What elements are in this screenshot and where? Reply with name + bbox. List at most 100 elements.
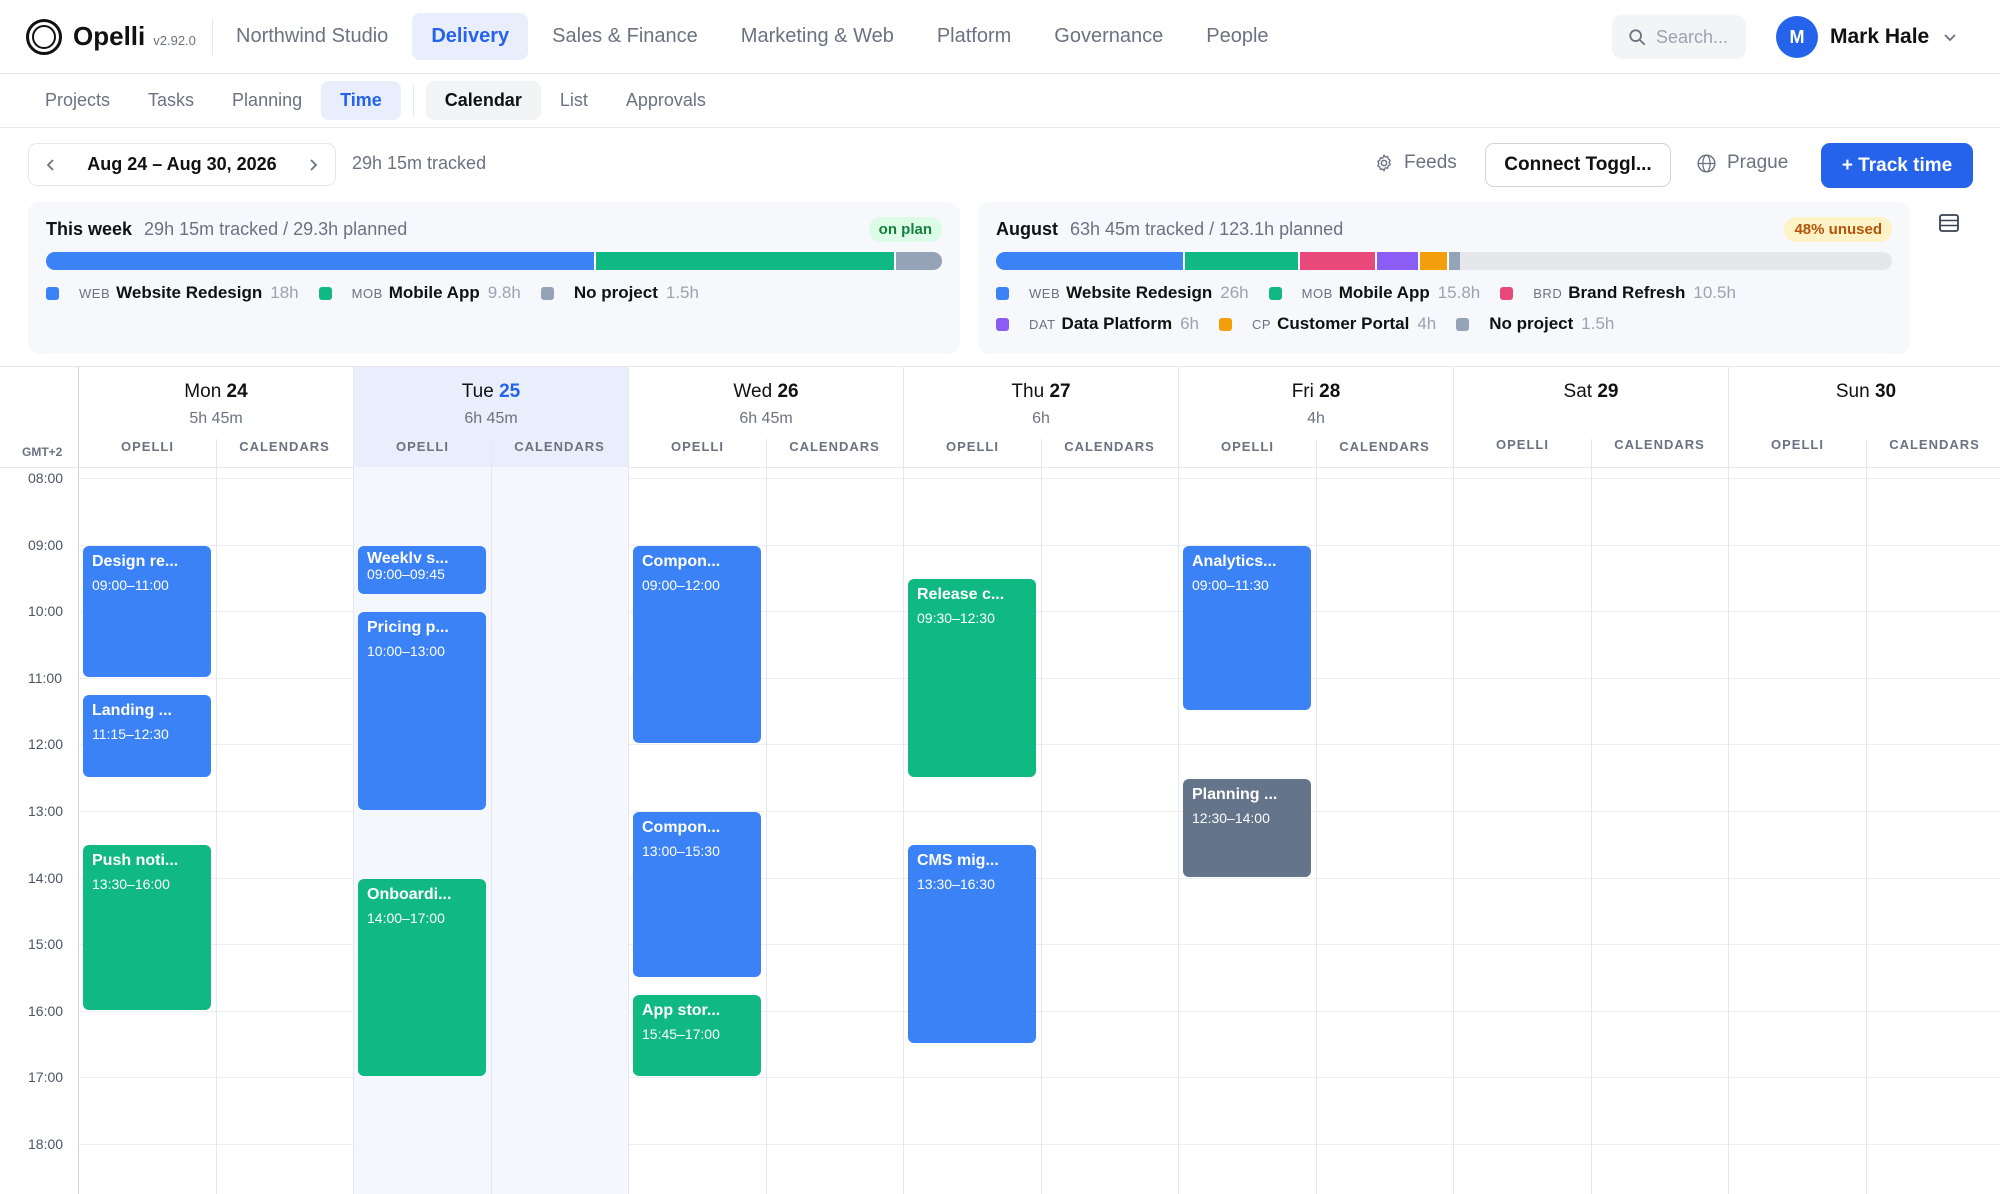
bar-segment (596, 252, 897, 270)
legend-item[interactable]: DAT Data Platform 6h (996, 312, 1199, 336)
legend-item[interactable]: BRD Brand Refresh 10.5h (1500, 281, 1736, 305)
chevron-right-icon[interactable] (307, 158, 319, 172)
day-of-week: Wed (733, 381, 773, 402)
search-box[interactable]: Search... (1612, 15, 1746, 59)
time-entry[interactable]: CMS mig... 13:30–16:30 (908, 845, 1036, 1044)
time-entry[interactable]: Landing ... 11:15–12:30 (83, 695, 211, 777)
lane-divider (1591, 439, 1592, 1194)
lane-label: CALENDARS (789, 439, 880, 454)
nav-platform[interactable]: Platform (918, 13, 1030, 60)
day-name: Sat 29 (1454, 381, 1728, 403)
nav-marketing-web[interactable]: Marketing & Web (722, 13, 913, 60)
day-column-sat[interactable]: Sat 29 OPELLI CALENDARS (1454, 367, 1729, 1194)
bar-segment (896, 252, 942, 270)
project-hours: 1.5h (1581, 314, 1615, 333)
timezone-button[interactable]: Prague (1696, 152, 1788, 174)
day-column-tue[interactable]: Tue 25 6h 45m OPELLI CALENDARS Weekly s... 09… (354, 367, 629, 1194)
time-entry[interactable]: Pricing p... 10:00–13:00 (358, 612, 486, 810)
divider (212, 18, 213, 55)
project-code: WEB (1029, 285, 1061, 301)
timezone-label: Prague (1727, 152, 1789, 173)
top-nav: Northwind Studio Delivery Sales & Financ… (217, 13, 1293, 60)
tab-projects[interactable]: Projects (26, 81, 129, 120)
project-code: BRD (1533, 285, 1563, 301)
nav-governance[interactable]: Governance (1035, 13, 1182, 60)
time-entry[interactable]: Release c... 09:30–12:30 (908, 578, 1036, 777)
bar-segment (1300, 252, 1377, 270)
day-name: Tue 25 (354, 381, 628, 403)
time-label: 10:00 (28, 603, 64, 620)
time-entry[interactable]: Onboardi... 14:00–17:00 (358, 878, 486, 1077)
time-entry-range: 10:00–13:00 (367, 643, 445, 660)
time-entry-range: 09:00–11:30 (1192, 576, 1269, 593)
time-label: 09:00 (28, 536, 64, 553)
time-label: 15:00 (28, 936, 64, 953)
connect-toggl-button[interactable]: Connect Toggl... (1485, 143, 1671, 187)
week-progress-bar (46, 252, 942, 270)
legend-item[interactable]: MOB Mobile App 9.8h (318, 281, 521, 305)
tab-planning[interactable]: Planning (213, 81, 321, 120)
day-name: Fri 28 (1179, 381, 1453, 403)
time-entry-title: Planning ... (1192, 785, 1278, 803)
day-of-week: Sat (1563, 381, 1593, 402)
project-code: CP (1252, 316, 1272, 332)
time-entry-title: Push noti... (92, 852, 179, 870)
tab-tasks[interactable]: Tasks (129, 81, 213, 120)
legend-item[interactable]: WEB Website Redesign 26h (996, 281, 1249, 305)
time-entry[interactable]: Push noti... 13:30–16:00 (83, 845, 211, 1010)
day-column-thu[interactable]: Thu 27 6h OPELLI CALENDARS Release c... 09:30… (904, 367, 1179, 1194)
view-calendar[interactable]: Calendar (425, 81, 541, 120)
month-legend: WEB Website Redesign 26h MOB Mobile App 15.8h… (996, 281, 1896, 343)
status-badge: 48% unused (1784, 216, 1892, 242)
feeds-button[interactable]: Feeds (1374, 152, 1457, 174)
lane-label: CALENDARS (514, 439, 605, 454)
time-entry-range: 14:00–17:00 (367, 909, 445, 926)
chevron-left-icon[interactable] (45, 158, 57, 172)
day-column-fri[interactable]: Fri 28 4h OPELLI CALENDARS Analytics... 09:00… (1179, 367, 1454, 1194)
user-name: Mark Hale (1830, 25, 1930, 48)
time-entry[interactable]: Planning ... 12:30–14:00 (1183, 778, 1311, 877)
week-legend: WEB Website Redesign 18h MOB Mobile App 9.8h N… (46, 281, 946, 312)
tab-time[interactable]: Time (321, 81, 401, 120)
legend-item[interactable]: No project 1.5h (1456, 312, 1614, 336)
time-entry[interactable]: Compon... 13:00–15:30 (633, 812, 761, 977)
opelli-logo-icon (26, 18, 62, 55)
day-name: Sun 30 (1729, 381, 2000, 403)
nav-people[interactable]: People (1187, 13, 1287, 60)
divider (412, 84, 414, 117)
legend-item[interactable]: No project 1.5h (540, 281, 699, 305)
legend-swatch (1219, 317, 1232, 331)
time-label: 18:00 (28, 1136, 64, 1152)
day-column-sun[interactable]: Sun 30 OPELLI CALENDARS (1729, 367, 2000, 1194)
time-entry[interactable]: Compon... 09:00–12:00 (633, 545, 761, 744)
user-menu[interactable]: M Mark Hale (1776, 16, 1957, 58)
brand[interactable]: Opelli v2.92.0 (26, 18, 212, 55)
density-toggle-icon[interactable] (1938, 212, 1960, 234)
day-column-mon[interactable]: Mon 24 5h 45m OPELLI CALENDARS Design re... 0… (79, 367, 354, 1194)
workspace-name[interactable]: Northwind Studio (217, 13, 407, 60)
date-range-label[interactable]: Aug 24 – Aug 30, 2026 (87, 154, 276, 175)
time-entry[interactable]: Analytics... 09:00–11:30 (1183, 545, 1311, 711)
legend-item[interactable]: WEB Website Redesign 18h (46, 281, 299, 305)
time-entry[interactable]: Weekly s... 09:00–09:45 (358, 545, 486, 594)
nav-sales-finance[interactable]: Sales & Finance (533, 13, 717, 60)
view-approvals[interactable]: Approvals (607, 81, 725, 120)
project-name: Data Platform (1061, 314, 1173, 333)
time-entry[interactable]: Design re... 09:00–11:00 (83, 545, 211, 677)
track-time-button[interactable]: + Track time (1821, 143, 1973, 188)
lane-divider (491, 439, 492, 1194)
month-summary-subtitle: 63h 45m tracked / 123.1h planned (1070, 218, 1344, 239)
day-column-wed[interactable]: Wed 26 6h 45m OPELLI CALENDARS Compon... 09:0… (629, 367, 904, 1194)
month-summary-title: August (996, 218, 1058, 239)
top-bar: Opelli v2.92.0 Northwind Studio Delivery… (0, 0, 2000, 74)
project-code: MOB (351, 285, 383, 301)
nav-delivery[interactable]: Delivery (412, 13, 529, 60)
time-entry[interactable]: App stor... 15:45–17:00 (633, 995, 761, 1077)
app-name: Opelli (73, 21, 146, 51)
view-list[interactable]: List (541, 81, 607, 120)
legend-item[interactable]: CP Customer Portal 4h (1219, 312, 1436, 336)
project-hours: 9.8h (487, 283, 521, 302)
legend-item[interactable]: MOB Mobile App 15.8h (1268, 281, 1480, 305)
time-entry-range: 09:00–12:00 (642, 576, 720, 593)
project-name: Mobile App (1338, 283, 1430, 302)
